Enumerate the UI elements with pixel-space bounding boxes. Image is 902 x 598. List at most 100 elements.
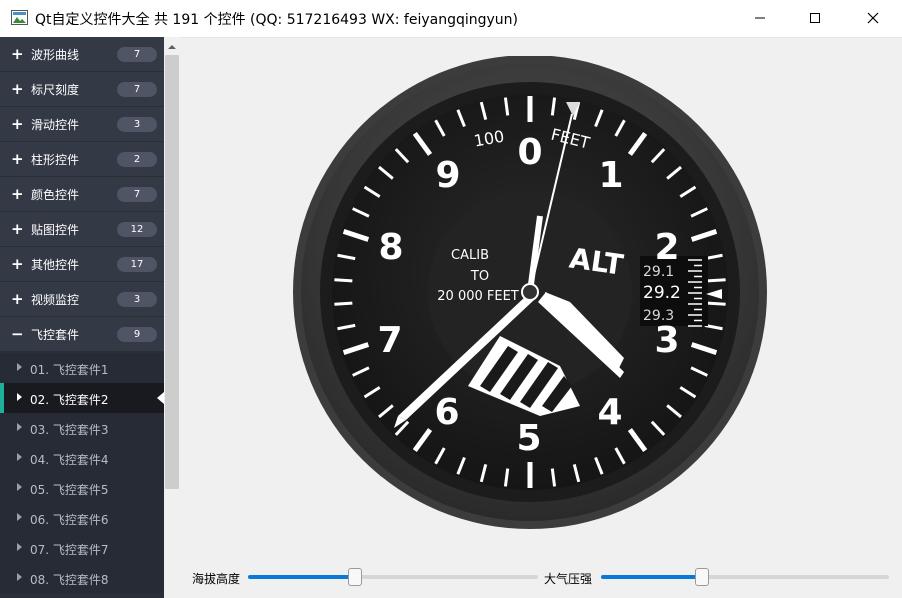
minor-tick xyxy=(707,301,726,306)
window-title: Qt自定义控件大全 共 191 个控件 (QQ: 517216493 WX: f… xyxy=(35,12,518,28)
collapse-icon: − xyxy=(11,325,24,343)
bullet-arrow-icon xyxy=(17,423,22,431)
category-label: 颜色控件 xyxy=(31,188,80,202)
altimeter-gauge: 29.1 29.2 29.3 0 1 2 3 4 5 6 7 8 9 100 F… xyxy=(293,56,767,529)
sidebar-category-ruler[interactable]: + 标尺刻度 7 xyxy=(0,72,164,107)
hand-hub xyxy=(521,283,539,301)
sidebar-scrollbar[interactable] xyxy=(164,37,180,598)
subitem-label: 07. 飞控套件7 xyxy=(30,543,109,557)
calibration-text-1: CALIB xyxy=(451,248,489,263)
maximize-button[interactable] xyxy=(792,0,838,36)
count-badge: 9 xyxy=(117,327,157,342)
count-badge: 12 xyxy=(117,222,157,237)
count-badge: 7 xyxy=(117,82,157,97)
bullet-arrow-icon xyxy=(17,543,22,551)
dial-numeral-1: 1 xyxy=(598,155,623,196)
minor-tick xyxy=(334,301,353,306)
bullet-arrow-icon xyxy=(17,483,22,491)
dial-numeral-8: 8 xyxy=(378,227,403,268)
count-badge: 3 xyxy=(117,117,157,132)
sidebar-subitem[interactable]: 06. 飞控套件6 xyxy=(0,503,164,533)
sidebar-category-flight[interactable]: − 飞控套件 9 xyxy=(0,317,164,352)
minor-tick xyxy=(334,278,353,283)
arrow-up-icon xyxy=(168,45,176,49)
app-icon xyxy=(11,10,28,25)
bullet-arrow-icon xyxy=(17,393,22,401)
dial-numeral-2: 2 xyxy=(654,227,679,268)
count-badge: 2 xyxy=(117,152,157,167)
subitem-label: 05. 飞控套件5 xyxy=(30,483,109,497)
expand-icon: + xyxy=(11,115,24,133)
slider-handle[interactable] xyxy=(348,568,362,586)
calibration-text-3: 20 000 FEET xyxy=(437,289,519,304)
minor-tick xyxy=(707,278,726,283)
subitem-label: 01. 飞控套件1 xyxy=(30,363,109,377)
subitem-label: 03. 飞控套件3 xyxy=(30,423,109,437)
calibration-text-2: TO xyxy=(470,269,489,284)
expand-icon: + xyxy=(11,185,24,203)
sidebar-subitem[interactable]: 07. 飞控套件7 xyxy=(0,533,164,563)
slider-handle[interactable] xyxy=(695,568,709,586)
dial-numeral-3: 3 xyxy=(654,320,679,361)
scroll-thumb[interactable] xyxy=(165,55,179,489)
close-button[interactable] xyxy=(850,0,896,36)
subitem-label: 02. 飞控套件2 xyxy=(30,393,109,407)
expand-icon: + xyxy=(11,220,24,238)
sidebar-subitem[interactable]: 08. 飞控套件8 xyxy=(0,563,164,593)
sidebar-category-other[interactable]: + 其他控件 17 xyxy=(0,247,164,282)
pressure-slider[interactable] xyxy=(601,568,889,586)
minimize-button[interactable] xyxy=(737,0,783,36)
sidebar-subitem[interactable]: 01. 飞控套件1 xyxy=(0,353,164,383)
sidebar-category-color[interactable]: + 颜色控件 7 xyxy=(0,177,164,212)
subitem-label: 08. 飞控套件8 xyxy=(30,573,109,587)
altitude-slider[interactable] xyxy=(248,568,538,586)
slider-fill xyxy=(601,575,702,579)
expand-icon: + xyxy=(11,150,24,168)
sidebar-category-video[interactable]: + 视频监控 3 xyxy=(0,282,164,317)
selected-pointer-icon xyxy=(157,392,164,404)
category-label: 滑动控件 xyxy=(31,118,80,132)
expand-icon: + xyxy=(11,255,24,273)
pressure-label: 大气压强 xyxy=(544,572,593,586)
sidebar-subitem[interactable]: 05. 飞控套件5 xyxy=(0,473,164,503)
altitude-label: 海拔高度 xyxy=(192,572,241,586)
expand-icon: + xyxy=(11,290,24,308)
count-badge: 17 xyxy=(117,257,157,272)
minimize-icon xyxy=(755,17,765,19)
sidebar-category-slider[interactable]: + 滑动控件 3 xyxy=(0,107,164,142)
dial-numeral-5: 5 xyxy=(516,418,541,459)
dial-numeral-0: 0 xyxy=(517,132,542,173)
selection-indicator xyxy=(0,383,4,413)
category-label: 标尺刻度 xyxy=(31,83,80,97)
category-label: 贴图控件 xyxy=(31,223,80,237)
count-badge: 3 xyxy=(117,292,157,307)
bullet-arrow-icon xyxy=(17,573,22,581)
sidebar-subitem-selected[interactable]: 02. 飞控套件2 xyxy=(0,383,164,413)
subitem-label: 04. 飞控套件4 xyxy=(30,453,109,467)
category-label: 飞控套件 xyxy=(31,328,80,342)
expand-icon: + xyxy=(11,80,24,98)
bullet-arrow-icon xyxy=(17,363,22,371)
category-label: 波形曲线 xyxy=(31,48,80,62)
count-badge: 7 xyxy=(117,47,157,62)
count-badge: 7 xyxy=(117,187,157,202)
dial-numeral-9: 9 xyxy=(435,155,460,196)
scroll-up-button[interactable] xyxy=(164,39,180,53)
dial-numeral-6: 6 xyxy=(434,392,459,433)
category-label: 视频监控 xyxy=(31,293,80,307)
bullet-arrow-icon xyxy=(17,513,22,521)
sidebar-category-image[interactable]: + 贴图控件 12 xyxy=(0,212,164,247)
category-label: 其他控件 xyxy=(31,258,80,272)
sidebar-subitem[interactable]: 04. 飞控套件4 xyxy=(0,443,164,473)
sidebar-category-waveform[interactable]: + 波形曲线 7 xyxy=(0,37,164,72)
sidebar-nav: + 波形曲线 7 + 标尺刻度 7 + 滑动控件 3 + 柱形控件 2 + 颜色… xyxy=(0,37,164,598)
category-label: 柱形控件 xyxy=(31,153,80,167)
slider-fill xyxy=(248,575,355,579)
baro-value-current: 29.2 xyxy=(643,283,681,303)
title-bar: Qt自定义控件大全 共 191 个控件 (QQ: 517216493 WX: f… xyxy=(0,0,902,38)
sidebar-category-bar[interactable]: + 柱形控件 2 xyxy=(0,142,164,177)
bullet-arrow-icon xyxy=(17,453,22,461)
sidebar-subitem[interactable]: 03. 飞控套件3 xyxy=(0,413,164,443)
subitem-label: 06. 飞控套件6 xyxy=(30,513,109,527)
dial-numeral-7: 7 xyxy=(377,320,402,361)
